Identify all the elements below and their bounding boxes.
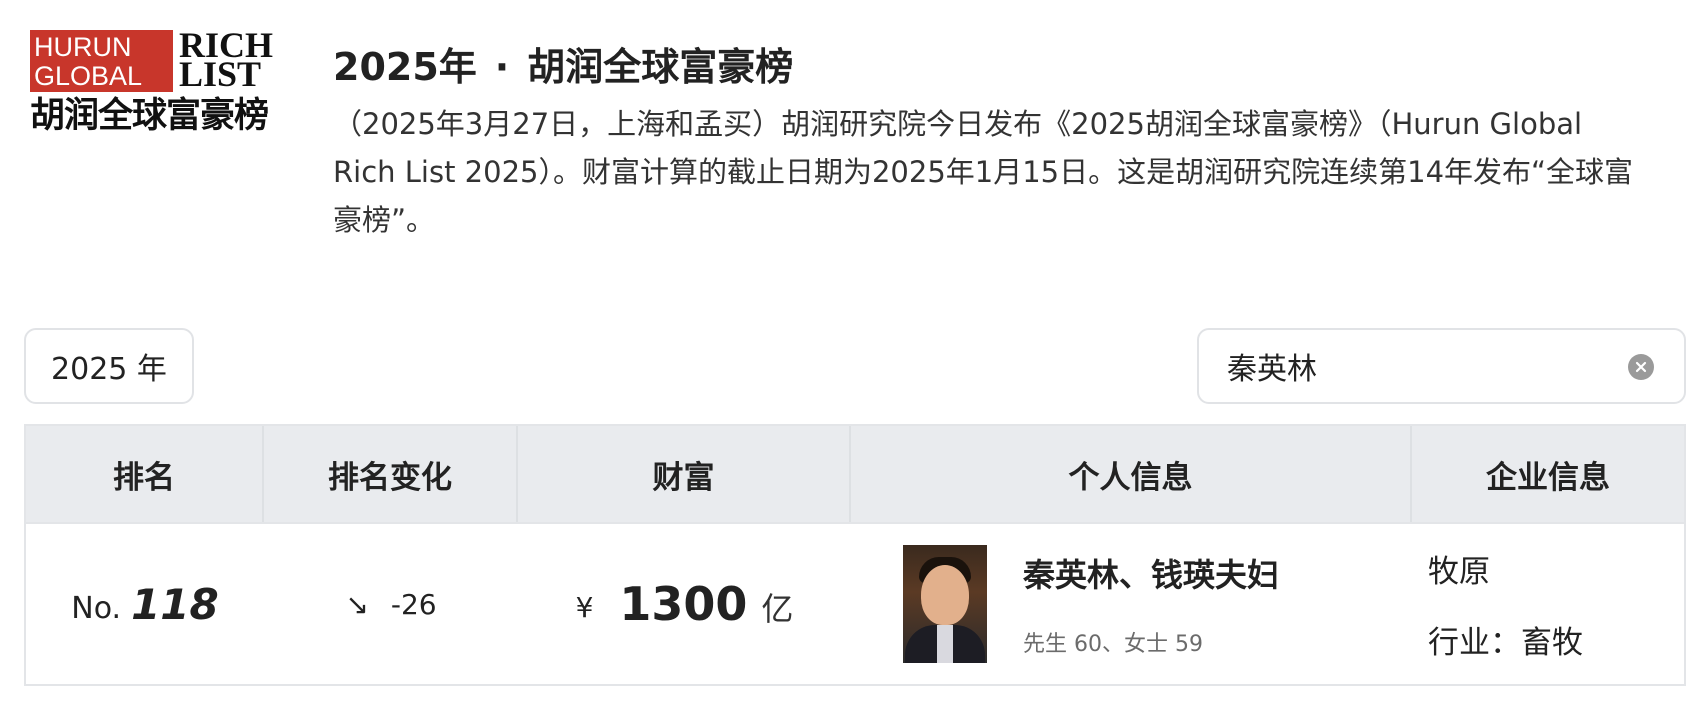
logo-text-list: LIST [179,54,262,94]
person-ages: 先生 60、女士 59 [1023,632,1203,657]
logo-black-block: RICH LIST [173,27,273,94]
wealth-value: 1300 [619,577,748,631]
title-list-name: 胡润全球富豪榜 [527,45,794,89]
header-rank: 排名 [26,426,264,522]
logo-text-hurun: HURUN [34,32,132,62]
rank-change-value: -26 [390,587,437,621]
rank-change-cell: ↘ -26 [264,524,518,684]
page-title: 2025年 · 胡润全球富豪榜 [333,36,793,91]
company-info-cell: 牧原 行业：畜牧 [1412,524,1684,684]
table-row[interactable]: No. 118 ↘ -26 ¥ 1300 亿 秦英林、钱瑛夫妇 先生 60、女士… [26,524,1684,684]
logo-text-global: GLOBAL [34,61,143,91]
rank-number: 118 [131,579,219,629]
logo-red-block: HURUN GLOBAL [30,30,173,92]
title-separator: · [494,45,510,89]
company-industry: 行业：畜牧 [1428,625,1583,661]
wealth-cell: ¥ 1300 亿 [518,524,851,684]
search-input[interactable] [1225,347,1609,385]
page-description: （2025年3月27日，上海和孟买）胡润研究院今日发布《2025胡润全球富豪榜》… [333,107,1634,237]
year-select-value: 2025 年 [51,352,167,387]
header-wealth: 财富 [518,426,851,522]
person-photo [903,545,987,663]
hurun-logo: HURUN GLOBAL RICH LIST 胡润全球富豪榜 [30,27,296,140]
search-box [1197,328,1686,404]
header-personal-info: 个人信息 [851,426,1412,522]
currency-symbol: ¥ [575,590,594,624]
person-name[interactable]: 秦英林、钱瑛夫妇 [1023,550,1279,596]
clear-icon[interactable] [1628,354,1654,380]
header-company-info: 企业信息 [1486,459,1610,496]
personal-info-cell: 秦英林、钱瑛夫妇 先生 60、女士 59 [851,524,1412,684]
header-rank-change: 排名变化 [264,426,518,522]
logo-chinese-name: 胡润全球富豪榜 [30,96,269,136]
rich-list-table: 排名 排名变化 财富 个人信息 企业信息 No. 118 ↘ -26 ¥ 130… [24,424,1686,686]
table-header: 排名 排名变化 财富 个人信息 企业信息 [26,426,1684,524]
year-select[interactable]: 2025 年 [24,328,194,404]
wealth-unit: 亿 [761,590,794,628]
trend-down-icon: ↘ [345,587,369,621]
rank-prefix: No. [71,590,122,626]
title-year: 2025年 [333,45,477,89]
company-name: 牧原 [1428,554,1490,590]
rank-cell: No. 118 [26,524,264,684]
